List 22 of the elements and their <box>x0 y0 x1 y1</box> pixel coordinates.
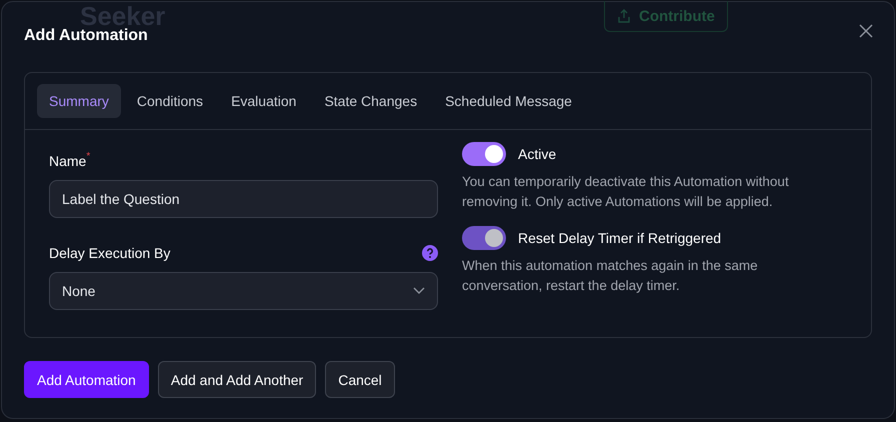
tab[interactable]: Scheduled Message <box>433 84 584 118</box>
tab[interactable]: Conditions <box>124 84 216 118</box>
close-icon[interactable] <box>859 24 873 38</box>
chevron-icon <box>413 287 425 295</box>
toggle-switch[interactable] <box>462 142 506 166</box>
help-icon[interactable] <box>422 245 438 261</box>
action-button[interactable]: Add and Add Another <box>158 361 316 398</box>
tab[interactable]: Evaluation <box>219 84 308 118</box>
dialog-title: Add Automation <box>24 27 148 45</box>
toggle-description: You can temporarily deactivate this Automation without removing it. Only active Automations will be applied. <box>462 173 790 211</box>
upload-icon <box>617 9 631 23</box>
name-input[interactable]: Label the Question <box>49 180 438 218</box>
toggle-label: Active <box>518 146 556 162</box>
toggle-description: When this automation matches again in the same conversation, restart the delay timer. <box>462 257 759 295</box>
field-label: Name$^{*}$ <box>49 152 92 170</box>
field-label: Delay Execution By <box>49 244 170 262</box>
action-button[interactable]: Cancel <box>325 361 395 398</box>
delay-select[interactable]: None <box>49 272 438 310</box>
tab[interactable]: Summary <box>37 84 121 118</box>
toggle-label: Reset Delay Timer if Retriggered <box>518 230 722 246</box>
action-button[interactable]: Add Automation <box>24 361 149 398</box>
tab[interactable]: State Changes <box>312 84 430 118</box>
